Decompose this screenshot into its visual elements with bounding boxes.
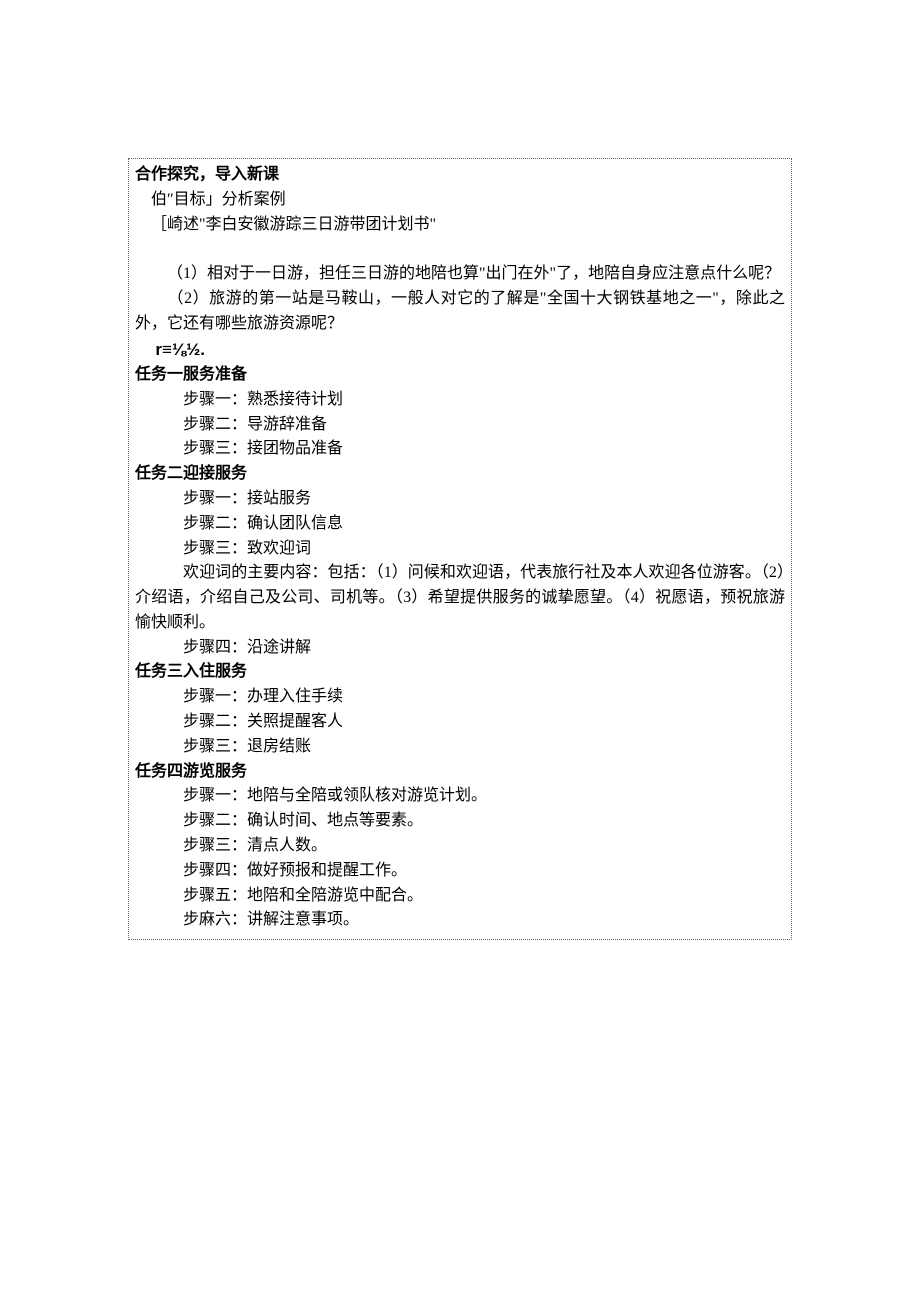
task2-welcome: 欢迎词的主要内容：包括：（1）问候和欢迎语，代表旅行社及本人欢迎各位游客。（2）…	[135, 561, 785, 635]
task4-title: 任务四游览服务	[135, 760, 785, 785]
task3-step2: 步骤二：关照提醒客人	[135, 710, 785, 735]
question-2: （2）旅游的第一站是马鞍山，一般人对它的了解是"全国十大钢铁基地之一"，除此之外…	[135, 287, 785, 337]
question-1: （1）相对于一日游，担任三日游的地陪也算"出门在外"了，地陪自身应注意点什么呢？	[135, 262, 785, 287]
task4-step3: 步骤三：清点人数。	[135, 834, 785, 859]
intro-title: 合作探究，导入新课	[135, 163, 785, 188]
task2-step2: 步骤二：确认团队信息	[135, 512, 785, 537]
task2-welcome-text: 欢迎词的主要内容：包括：（1）问候和欢迎语，代表旅行社及本人欢迎各位游客。（2）…	[135, 564, 785, 631]
task1-step1: 步骤一：熟悉接待计划	[135, 388, 785, 413]
intro-line-2: ［崎述"李白安徽游踪三日游带团计划书"	[135, 213, 785, 238]
page: 合作探究，导入新课 伯″目标」分析案例 ［崎述"李白安徽游踪三日游带团计划书" …	[0, 0, 920, 940]
content-box: 合作探究，导入新课 伯″目标」分析案例 ［崎述"李白安徽游踪三日游带团计划书" …	[128, 158, 792, 940]
task3-step3: 步骤三：退房结账	[135, 735, 785, 760]
task1-step2: 步骤二：导游辞准备	[135, 413, 785, 438]
question-2-text: （2）旅游的第一站是马鞍山，一般人对它的了解是"全国十大钢铁基地之一"，除此之外…	[135, 290, 785, 332]
task4-step1: 步骤一：地陪与全陪或领队核对游览计划。	[135, 784, 785, 809]
task2-step1: 步骤一：接站服务	[135, 487, 785, 512]
task3-step1: 步骤一：办理入住手续	[135, 685, 785, 710]
task2-step4: 步骤四：沿途讲解	[135, 636, 785, 661]
task2-step3: 步骤三：致欢迎词	[135, 537, 785, 562]
task4-step5: 步骤五：地陪和全陪游览中配合。	[135, 884, 785, 909]
task4-step2: 步骤二：确认时间、地点等要素。	[135, 809, 785, 834]
task3-title: 任务三入住服务	[135, 660, 785, 685]
task4-step4: 步骤四：做好预报和提醒工作。	[135, 859, 785, 884]
blank-line	[135, 237, 785, 262]
task1-title: 任务一服务准备	[135, 363, 785, 388]
task2-title: 任务二迎接服务	[135, 462, 785, 487]
task4-step6: 步麻六：讲解注意事项。	[135, 908, 785, 933]
task1-step3: 步骤三：接团物品准备	[135, 437, 785, 462]
formula-line: r≡⅛½.	[135, 337, 785, 363]
intro-line-1: 伯″目标」分析案例	[135, 188, 785, 213]
